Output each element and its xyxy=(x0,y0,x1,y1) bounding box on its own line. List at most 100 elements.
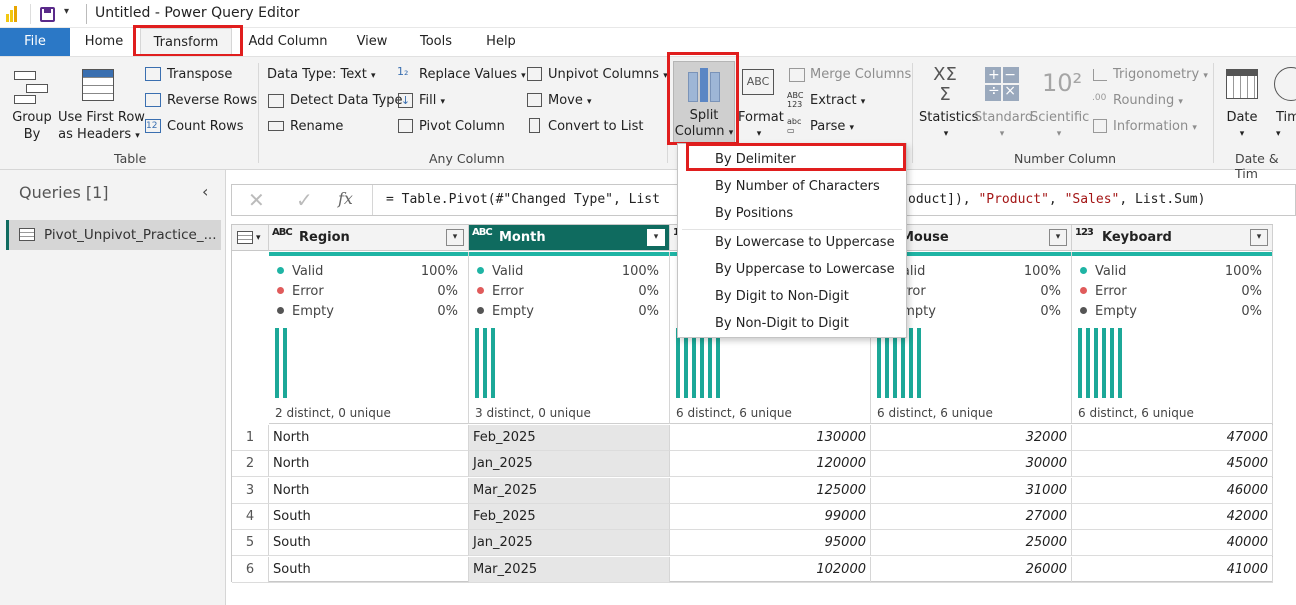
table-cell[interactable]: South xyxy=(269,503,469,530)
row-number[interactable]: 1 xyxy=(232,425,269,451)
format-dropdown[interactable]: Format ▾ xyxy=(738,109,784,143)
table-cell[interactable]: 47000 xyxy=(1072,425,1273,451)
column-name: Month xyxy=(499,230,546,245)
table-cell[interactable]: 41000 xyxy=(1072,556,1273,583)
column-header-0[interactable]: ABC Region ▾ xyxy=(269,225,469,251)
column-header-4[interactable]: 123 Keyboard ▾ xyxy=(1072,225,1273,251)
table-cell[interactable]: 30000 xyxy=(871,451,1072,478)
split-by-digit-to-non-digit[interactable]: By Digit to Non-Digit xyxy=(678,283,906,310)
tab-help[interactable]: Help xyxy=(476,28,526,56)
save-icon[interactable] xyxy=(40,7,55,22)
collapse-pane-icon[interactable]: ‹ xyxy=(202,182,208,201)
table-cell[interactable]: North xyxy=(269,425,469,451)
date-dropdown[interactable]: Date ▾ xyxy=(1222,109,1262,143)
table-cell[interactable]: 40000 xyxy=(1072,530,1273,557)
pivot-column-button[interactable]: Pivot Column xyxy=(419,119,505,134)
group-by-button[interactable]: Group By xyxy=(12,109,52,143)
tab-tools[interactable]: Tools xyxy=(412,28,460,56)
tab-add-column[interactable]: Add Column xyxy=(244,28,332,56)
table-cell[interactable]: 130000 xyxy=(670,425,871,451)
table-cell[interactable]: Jan_2025 xyxy=(469,451,670,478)
count-rows-button[interactable]: Count Rows xyxy=(167,119,244,134)
column-header-1[interactable]: ABC Month ▾ xyxy=(469,225,670,251)
table-cell[interactable]: South xyxy=(269,530,469,557)
distribution-bar xyxy=(901,328,905,398)
table-group-label: Table xyxy=(114,151,147,166)
column-filter-icon[interactable]: ▾ xyxy=(647,229,665,246)
fx-icon[interactable]: fx xyxy=(338,189,353,208)
unpivot-columns-dropdown[interactable]: Unpivot Columns ▾ xyxy=(548,67,668,82)
row-number[interactable]: 2 xyxy=(232,451,269,478)
convert-to-list-button[interactable]: Convert to List xyxy=(548,119,643,134)
table-cell[interactable]: Mar_2025 xyxy=(469,477,670,504)
table-cell[interactable]: Feb_2025 xyxy=(469,425,670,451)
trigonometry-dropdown[interactable]: Trigonometry ▾ xyxy=(1113,67,1208,82)
table-cell[interactable]: North xyxy=(269,477,469,504)
table-cell[interactable]: 27000 xyxy=(871,503,1072,530)
type-icon[interactable]: ABC xyxy=(272,228,293,238)
table-cell[interactable]: 125000 xyxy=(670,477,871,504)
query-item[interactable]: Pivot_Unpivot_Practice_... xyxy=(6,220,221,250)
table-cell[interactable]: Mar_2025 xyxy=(469,556,670,583)
replace-values-dropdown[interactable]: Replace Values ▾ xyxy=(419,67,526,82)
detect-data-type-button[interactable]: Detect Data Type xyxy=(290,93,403,108)
type-icon[interactable]: 123 xyxy=(1075,228,1094,238)
table-cell[interactable]: 26000 xyxy=(871,556,1072,583)
table-cell[interactable]: 120000 xyxy=(670,451,871,478)
column-filter-icon[interactable]: ▾ xyxy=(1250,229,1268,246)
row-number[interactable]: 5 xyxy=(232,530,269,557)
extract-dropdown[interactable]: Extract ▾ xyxy=(810,93,865,108)
standard-dropdown[interactable]: Standard ▾ xyxy=(974,109,1033,143)
transpose-button[interactable]: Transpose xyxy=(167,67,232,82)
standard-icon: + − ÷ × xyxy=(985,67,1019,101)
rounding-dropdown[interactable]: Rounding ▾ xyxy=(1113,93,1183,108)
split-by-positions[interactable]: By Positions xyxy=(678,200,906,227)
column-filter-icon[interactable]: ▾ xyxy=(1049,229,1067,246)
split-by-number-of-characters[interactable]: By Number of Characters xyxy=(678,173,906,200)
merge-columns-button[interactable]: Merge Columns xyxy=(810,67,911,82)
tab-file[interactable]: File xyxy=(0,28,70,56)
type-icon[interactable]: ABC xyxy=(472,228,493,238)
row-number[interactable]: 6 xyxy=(232,556,269,583)
split-by-uppercase-to-lowercase[interactable]: By Uppercase to Lowercase xyxy=(678,256,906,283)
split-by-lowercase-to-uppercase[interactable]: By Lowercase to Uppercase xyxy=(678,229,906,256)
column-filter-icon[interactable]: ▾ xyxy=(446,229,464,246)
fill-dropdown[interactable]: Fill ▾ xyxy=(419,93,445,108)
tab-home[interactable]: Home xyxy=(74,28,134,56)
table-cell[interactable]: 95000 xyxy=(670,530,871,557)
cancel-icon[interactable]: ✕ xyxy=(248,188,265,212)
use-first-row-button[interactable]: Use First Row as Headers ▾ xyxy=(58,109,145,145)
parse-dropdown[interactable]: Parse ▾ xyxy=(810,119,854,134)
table-cell[interactable]: 32000 xyxy=(871,425,1072,451)
time-dropdown[interactable]: Tim ▾ xyxy=(1276,109,1296,143)
commit-icon[interactable]: ✓ xyxy=(296,188,313,212)
row-number[interactable]: 3 xyxy=(232,477,269,504)
quick-access-dropdown-icon[interactable]: ▾ xyxy=(64,6,69,17)
statistics-dropdown[interactable]: Statistics ▾ xyxy=(919,109,978,143)
table-cell[interactable]: South xyxy=(269,556,469,583)
table-cell[interactable]: 45000 xyxy=(1072,451,1273,478)
split-by-non-digit-to-digit[interactable]: By Non-Digit to Digit xyxy=(678,310,906,337)
table-cell[interactable]: 102000 xyxy=(670,556,871,583)
reverse-rows-button[interactable]: Reverse Rows xyxy=(167,93,257,108)
rename-button[interactable]: Rename xyxy=(290,119,343,134)
select-all-corner[interactable]: ▾ xyxy=(232,225,269,251)
date-icon xyxy=(1226,69,1258,99)
data-type-dropdown[interactable]: Data Type: Text ▾ xyxy=(267,67,376,82)
table-cell[interactable]: Jan_2025 xyxy=(469,530,670,557)
information-dropdown[interactable]: Information ▾ xyxy=(1113,119,1197,134)
any-column-group-label: Any Column xyxy=(429,151,505,166)
group-by-icon xyxy=(14,71,50,105)
tab-view[interactable]: View xyxy=(348,28,396,56)
table-cell[interactable]: 42000 xyxy=(1072,503,1273,530)
scientific-dropdown[interactable]: Scientific ▾ xyxy=(1030,109,1089,143)
table-cell[interactable]: 46000 xyxy=(1072,477,1273,504)
formula-text[interactable]: = Table.Pivot(#"Changed Type", List xyxy=(386,192,686,207)
table-cell[interactable]: 25000 xyxy=(871,530,1072,557)
table-cell[interactable]: Feb_2025 xyxy=(469,503,670,530)
move-dropdown[interactable]: Move ▾ xyxy=(548,93,592,108)
table-cell[interactable]: 31000 xyxy=(871,477,1072,504)
row-number[interactable]: 4 xyxy=(232,503,269,530)
table-cell[interactable]: 99000 xyxy=(670,503,871,530)
table-cell[interactable]: North xyxy=(269,451,469,478)
